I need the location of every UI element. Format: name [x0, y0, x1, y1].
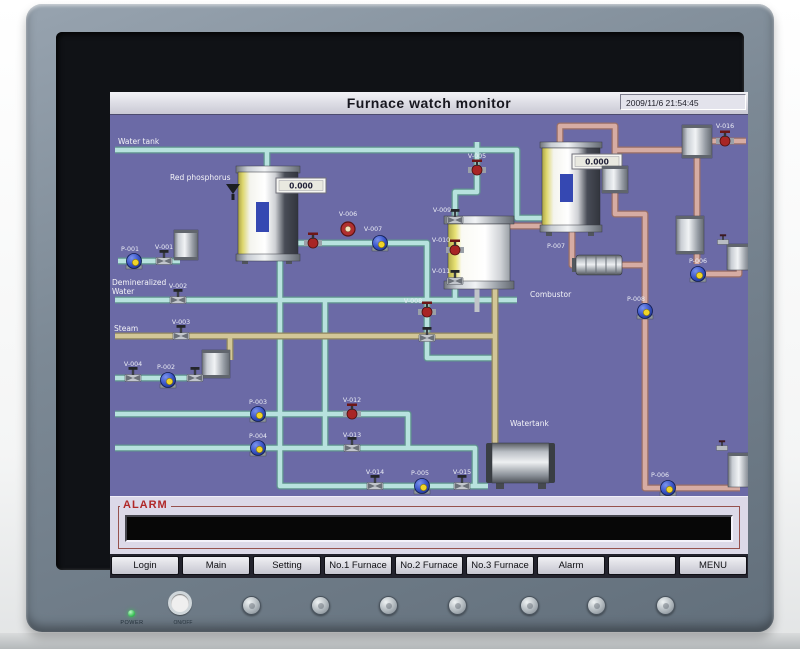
valve-aux4 [717, 234, 728, 244]
pump-p006 [690, 267, 706, 283]
tag-p001: P-001 [121, 246, 139, 253]
tag-p006-b: P-006 [651, 472, 669, 479]
reactor2-value: 0.000 [585, 158, 609, 167]
tag-p008: P-008 [627, 296, 645, 303]
valve-v005 [468, 160, 486, 176]
bezel-ring-button[interactable] [168, 591, 192, 615]
pump-p002 [160, 373, 176, 389]
receiver-tank-top [727, 244, 748, 270]
valve-v015 [454, 475, 470, 490]
clock-display: 2009/11/6 21:54:45 [620, 94, 746, 110]
valve-aux1 [187, 367, 203, 382]
pump-p003 [250, 407, 266, 423]
pump-p004 [250, 441, 266, 457]
valve-v004 [125, 367, 141, 382]
tag-p004: P-004 [249, 433, 267, 440]
tag-v006: V-006 [339, 211, 357, 218]
valve-aux3 [304, 233, 322, 249]
label-watertank: Watertank [510, 419, 549, 428]
label-red-phosphorus: Red phosphorus [170, 173, 231, 182]
mix-drum [202, 350, 230, 378]
tag-p003: P-003 [249, 399, 267, 406]
valve-aux5 [716, 440, 727, 450]
pump-p005 [414, 479, 430, 495]
tag-v016: V-016 [716, 123, 734, 130]
pump-v007 [372, 236, 388, 252]
screen-cavity: Furnace watch monitor 2009/11/6 21:54:45 [56, 32, 744, 570]
tag-v015: V-015 [453, 469, 471, 476]
tag-v012: V-012 [343, 397, 361, 404]
power-led-label: POWER [112, 620, 152, 626]
function-button-4[interactable] [448, 596, 467, 615]
alarm-label: ALARM [120, 499, 171, 511]
tag-p007: P-007 [547, 243, 565, 250]
function-button-7[interactable] [656, 596, 675, 615]
label-demineralized-1: Demineralized [112, 278, 167, 287]
label-steam: Steam [114, 324, 138, 333]
tag-v013: V-013 [343, 432, 361, 439]
tag-v005: V-005 [468, 153, 486, 160]
monitor-bezel: Furnace watch monitor 2009/11/6 21:54:45 [26, 4, 774, 632]
desk-surface [0, 633, 800, 649]
label-water-tank: Water tank [118, 137, 160, 146]
reactor-1-readout: 0.000 [276, 178, 326, 193]
tag-v003: V-003 [172, 319, 190, 326]
function-button-2[interactable] [311, 596, 330, 615]
pump-p006b [660, 481, 676, 497]
blower-machine [572, 255, 622, 275]
valve-v016 [716, 131, 734, 147]
tag-v009: V-009 [433, 207, 451, 214]
tag-v014: V-014 [366, 469, 384, 476]
condenser-a [682, 125, 712, 158]
alarm-message-display [125, 515, 733, 542]
pump-p008 [637, 304, 653, 320]
reactor1-value: 0.000 [289, 182, 313, 191]
alarm-zone: ALARM [110, 496, 748, 555]
receiver-tank-bottom [728, 453, 748, 487]
valve-v003 [173, 325, 189, 340]
tag-v002: V-002 [169, 283, 187, 290]
valve-aux2 [419, 327, 435, 342]
tag-v010: V-010 [432, 237, 450, 244]
title-bar: Furnace watch monitor 2009/11/6 21:54:45 [110, 92, 748, 115]
tag-v008: V-008 [404, 298, 422, 305]
tag-v007: V-007 [364, 226, 382, 233]
tag-v011: V-011 [432, 268, 450, 275]
function-button-1[interactable] [242, 596, 261, 615]
valve-v013 [344, 437, 360, 452]
tag-p006: P-006 [689, 258, 707, 265]
label-demineralized-2: Water [112, 287, 135, 296]
tag-v001: V-001 [155, 244, 173, 251]
valve-v012 [343, 404, 361, 420]
function-button-6[interactable] [587, 596, 606, 615]
alarm-frame [118, 506, 740, 549]
bezel-chin: POWER ON/OFF [56, 570, 744, 632]
pump-p001 [126, 254, 142, 270]
function-button-5[interactable] [520, 596, 539, 615]
function-button-3[interactable] [379, 596, 398, 615]
label-combustor: Combustor [530, 290, 572, 299]
feed-drum [174, 230, 198, 260]
condenser-c [602, 166, 628, 193]
valve-v014 [367, 475, 383, 490]
hmi-screen: Furnace watch monitor 2009/11/6 21:54:45 [110, 92, 748, 578]
condenser-b [676, 216, 704, 254]
tag-p005: P-005 [411, 470, 429, 477]
valve-v002 [170, 289, 186, 304]
bezel-ring-label: ON/OFF [160, 620, 206, 626]
tag-p002: P-002 [157, 364, 175, 371]
valve-v001 [156, 250, 172, 265]
tag-v004: V-004 [124, 361, 142, 368]
valve-v006 [341, 222, 355, 236]
watertank-vessel [486, 443, 555, 489]
process-diagram: 0.000 0.000 [110, 114, 748, 496]
power-led [128, 610, 135, 617]
